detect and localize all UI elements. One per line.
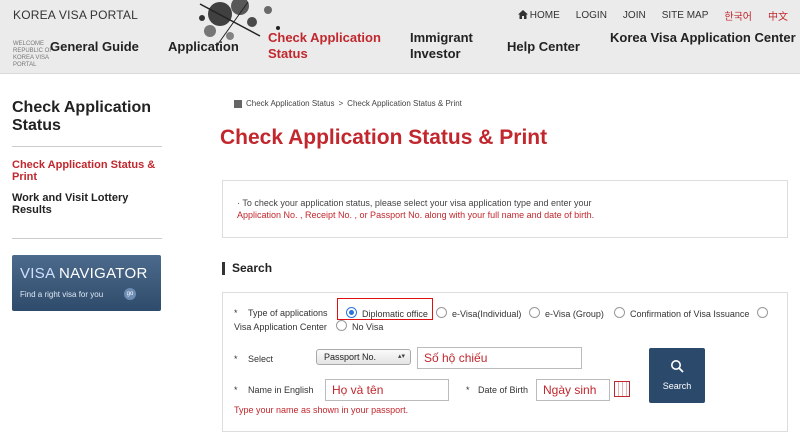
- banner-title-visa: VISA: [20, 265, 55, 282]
- breadcrumb: Check Application Status > Check Applica…: [234, 99, 462, 108]
- option-evisa-group[interactable]: e-Visa (Group): [545, 309, 604, 319]
- utility-home[interactable]: HOME: [517, 10, 560, 21]
- notice-box: · To check your application status, plea…: [222, 180, 788, 238]
- page: KOREA VISA PORTAL WELCOME REPUBLIC OF KO…: [0, 0, 800, 439]
- utility-sitemap[interactable]: SITE MAP: [662, 10, 709, 21]
- utility-login[interactable]: LOGIN: [576, 10, 607, 21]
- home-icon: [517, 10, 528, 19]
- radio-evisa-individual[interactable]: [436, 307, 447, 318]
- utility-menu: HOME LOGIN JOIN SITE MAP 한국어 中文: [517, 8, 788, 23]
- required-mark: *: [466, 385, 470, 395]
- nav-visa-application-center[interactable]: Korea Visa Application Center: [610, 30, 796, 46]
- main-navigation: General Guide Application Check Applicat…: [0, 28, 800, 68]
- type-of-applications-label: Type of applications: [248, 308, 328, 318]
- notice-line-2: Application No. , Receipt No. , or Passp…: [237, 210, 595, 220]
- name-in-english-label: Name in English: [248, 385, 314, 395]
- calendar-icon[interactable]: [614, 381, 630, 397]
- radio-evisa-group[interactable]: [529, 307, 540, 318]
- utility-join[interactable]: JOIN: [623, 10, 646, 21]
- option-diplomatic-office[interactable]: Diplomatic office: [362, 309, 428, 319]
- name-hint: Type your name as shown in your passport…: [234, 405, 409, 415]
- select-arrows-icon: ▴▾: [397, 353, 405, 360]
- banner-title: VISA NAVIGATOR: [20, 265, 148, 282]
- sidebar-divider: [12, 146, 162, 147]
- breadcrumb-item-current: Check Application Status & Print: [347, 99, 462, 108]
- select-label: Select: [248, 354, 274, 364]
- page-title: Check Application Status & Print: [220, 126, 548, 149]
- radio-visa-application-center[interactable]: [757, 307, 768, 318]
- visa-navigator-banner[interactable]: VISA NAVIGATOR Find a right visa for you…: [12, 255, 161, 311]
- sidebar-item-lottery-results[interactable]: Work and Visit Lottery Results: [12, 192, 162, 216]
- sidebar-title: Check Application Status: [12, 99, 151, 134]
- radio-no-visa[interactable]: [336, 320, 347, 331]
- section-title-search: Search: [222, 262, 272, 275]
- option-visa-application-center[interactable]: Visa Application Center: [234, 322, 327, 332]
- utility-home-label: HOME: [529, 10, 560, 21]
- breadcrumb-item[interactable]: Check Application Status: [246, 99, 335, 108]
- nav-general-guide[interactable]: General Guide: [50, 39, 139, 55]
- nav-help-center[interactable]: Help Center: [507, 39, 580, 55]
- option-no-visa[interactable]: No Visa: [352, 322, 383, 332]
- sidebar-divider: [12, 238, 162, 239]
- nav-immigrant-investor[interactable]: Immigrant Investor: [410, 30, 480, 62]
- utility-lang-chinese[interactable]: 中文: [768, 8, 788, 23]
- option-evisa-individual[interactable]: e-Visa(Individual): [452, 309, 521, 319]
- radio-confirmation-visa-issuance[interactable]: [614, 307, 625, 318]
- banner-subtitle: Find a right visa for you: [20, 290, 104, 299]
- breadcrumb-separator: >: [338, 99, 344, 108]
- utility-lang-korean[interactable]: 한국어: [724, 8, 752, 23]
- passport-number-input[interactable]: Số hộ chiếu: [417, 347, 582, 369]
- date-of-birth-label: Date of Birth: [478, 385, 529, 395]
- search-button-label: Search: [662, 381, 692, 391]
- option-confirmation-visa-issuance[interactable]: Confirmation of Visa Issuance: [630, 309, 749, 319]
- search-button[interactable]: Search: [649, 348, 705, 403]
- required-mark: *: [234, 385, 238, 395]
- search-icon: [671, 360, 684, 373]
- radio-diplomatic-office[interactable]: [346, 307, 357, 318]
- date-of-birth-input[interactable]: Ngày sinh: [536, 379, 610, 401]
- required-mark: *: [234, 308, 238, 318]
- id-type-select[interactable]: Passport No. ▴▾: [316, 349, 411, 365]
- site-logo[interactable]: KOREA VISA PORTAL: [13, 8, 138, 22]
- site-header: KOREA VISA PORTAL WELCOME REPUBLIC OF KO…: [0, 0, 800, 74]
- notice-line-1: · To check your application status, plea…: [237, 198, 592, 208]
- id-type-select-value: Passport No.: [324, 352, 377, 362]
- sidebar-item-check-status[interactable]: Check Application Status & Print: [12, 159, 162, 183]
- required-mark: *: [234, 354, 238, 364]
- banner-title-navigator: NAVIGATOR: [59, 265, 148, 282]
- breadcrumb-home-icon[interactable]: [234, 99, 242, 108]
- go-icon[interactable]: go: [124, 288, 136, 300]
- name-in-english-input[interactable]: Họ và tên: [325, 379, 449, 401]
- nav-check-application-status[interactable]: Check Application Status: [268, 30, 386, 62]
- nav-application[interactable]: Application: [168, 39, 239, 55]
